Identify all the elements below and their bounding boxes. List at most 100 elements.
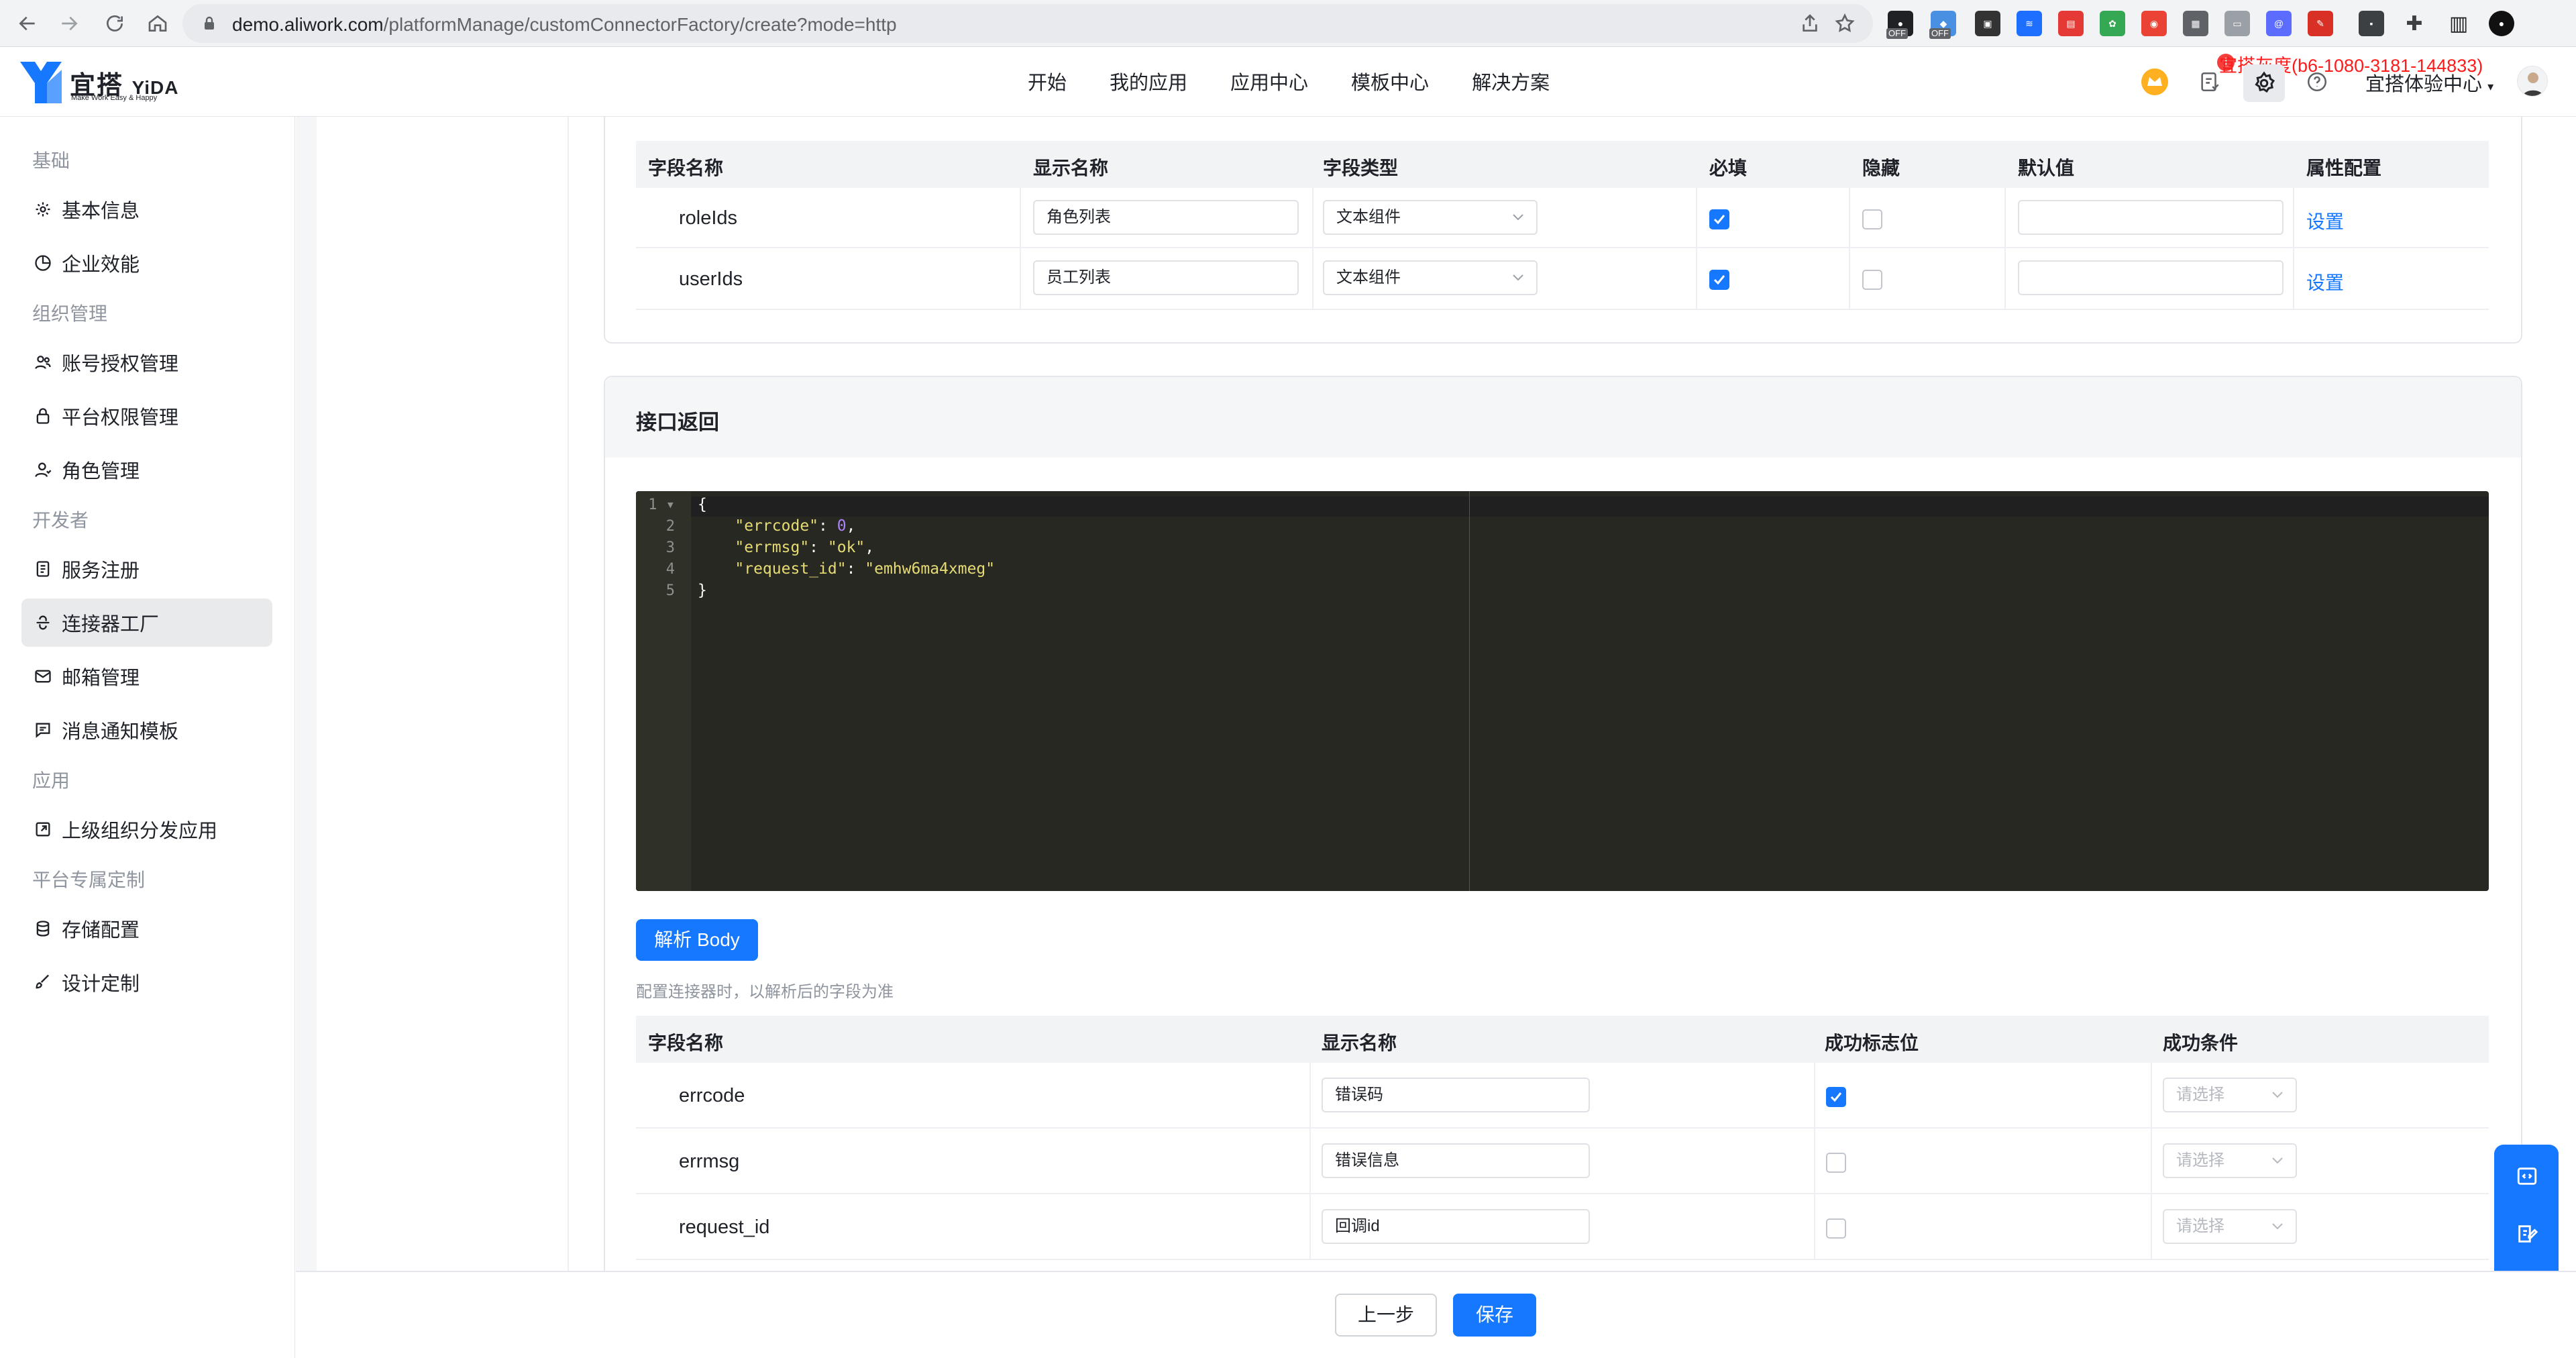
response-card-header: 接口返回 [605, 377, 2521, 458]
field-name-text: request_id [679, 1216, 770, 1238]
sidebar-item-parent-org-apps[interactable]: 上级组织分发应用 [21, 805, 272, 853]
sidebar-item-service-register[interactable]: 服务注册 [21, 545, 272, 593]
sidepanel-icon[interactable]: ▥ [2446, 11, 2471, 36]
extension-icon[interactable]: ◉ [2141, 11, 2167, 36]
code-line: } [698, 582, 707, 599]
col-field-type: 字段类型 [1323, 158, 1399, 178]
reload-icon[interactable] [98, 7, 131, 40]
select-placeholder: 请选择 [2176, 1086, 2224, 1104]
response-title: 接口返回 [636, 411, 719, 434]
extension-icon[interactable]: ▪ [2359, 11, 2384, 36]
field-name-text: roleIds [679, 207, 738, 229]
extension-icon[interactable]: ▤ [2058, 11, 2084, 36]
sidebar-item-basic-info[interactable]: 基本信息 [21, 185, 272, 233]
edit-note-icon[interactable] [2516, 1222, 2538, 1245]
help-icon[interactable] [2302, 67, 2332, 97]
default-value-input[interactable] [2018, 200, 2284, 235]
chevron-down-icon [2272, 1092, 2283, 1098]
extension-icon[interactable]: ▭ [2224, 11, 2250, 36]
line-number: 5 [665, 582, 675, 599]
sidebar-item-role[interactable]: 角色管理 [21, 446, 272, 494]
extension-icon[interactable]: @ [2266, 11, 2292, 36]
address-bar[interactable]: demo.aliwork.com/platformManage/customCo… [182, 4, 1873, 43]
topnav-start[interactable]: 开始 [1006, 68, 1088, 98]
extension-icon[interactable]: ◆ OFF [1929, 11, 1956, 39]
parse-body-button[interactable]: 解析 Body [636, 919, 758, 961]
col-display-name: 显示名称 [1322, 1033, 1397, 1053]
extension-icon[interactable]: ▦ [2183, 11, 2208, 36]
success-condition-select[interactable]: 请选择 [2163, 1209, 2297, 1244]
prev-step-button[interactable]: 上一步 [1335, 1294, 1437, 1337]
chevron-down-icon [1513, 214, 1523, 221]
sidebar-item-efficiency[interactable]: 企业效能 [21, 239, 272, 287]
field-type-select[interactable]: 文本组件 [1323, 260, 1538, 295]
sidebar-item-platform-perm[interactable]: 平台权限管理 [21, 392, 272, 440]
topnav-solutions[interactable]: 解决方案 [1450, 68, 1571, 98]
settings-button[interactable] [2243, 64, 2285, 102]
success-flag-checkbox[interactable] [1826, 1087, 1846, 1107]
settings-link[interactable]: 设置 [2306, 268, 2344, 295]
display-name-input[interactable]: 员工列表 [1033, 260, 1299, 295]
bookmark-star-icon[interactable] [1834, 13, 1856, 34]
required-checkbox[interactable] [1709, 270, 1729, 290]
sidebar-item-design[interactable]: 设计定制 [21, 958, 272, 1006]
sidebar-item-label: 消息通知模板 [62, 721, 179, 743]
field-type-select[interactable]: 文本组件 [1323, 200, 1538, 235]
org-switcher[interactable]: 宜搭体验中心 ▾ [2365, 68, 2493, 97]
share-icon[interactable] [1799, 13, 1821, 34]
extension-icon[interactable]: ✎ [2308, 11, 2333, 36]
default-value-input[interactable] [2018, 260, 2284, 295]
success-flag-checkbox[interactable] [1826, 1153, 1846, 1173]
back-icon[interactable] [11, 7, 44, 40]
save-button[interactable]: 保存 [1453, 1294, 1536, 1337]
profile-icon[interactable]: ● [2489, 11, 2514, 36]
settings-link[interactable]: 设置 [2306, 207, 2344, 234]
hidden-checkbox[interactable] [1862, 209, 1882, 229]
topnav-my-apps[interactable]: 我的应用 [1088, 68, 1209, 98]
sidebar-item-connector-factory[interactable]: 连接器工厂 [21, 598, 272, 647]
crown-icon[interactable] [2140, 67, 2169, 97]
avatar[interactable] [2517, 66, 2548, 97]
code-line: "request_id": "emhw6ma4xmeg" [735, 560, 996, 578]
topnav-template-center[interactable]: 模板中心 [1330, 68, 1450, 98]
forward-icon[interactable] [52, 7, 86, 40]
line-number: 4 [665, 561, 675, 578]
display-name-input[interactable]: 错误码 [1322, 1078, 1590, 1112]
extension-icon[interactable]: ▣ [1975, 11, 2000, 36]
extension-icon[interactable]: ● OFF [1886, 11, 1913, 39]
col-default: 默认值 [2018, 158, 2075, 178]
extension-icon[interactable]: ≋ [2017, 11, 2042, 36]
hidden-checkbox[interactable] [1862, 270, 1882, 290]
extension-icon[interactable]: ✿ [2100, 11, 2125, 36]
sidebar-item-account-auth[interactable]: 账号授权管理 [21, 338, 272, 386]
display-name-input[interactable]: 错误信息 [1322, 1143, 1590, 1178]
success-condition-select[interactable]: 请选择 [2163, 1078, 2297, 1112]
sidebar-item-message-template[interactable]: 消息通知模板 [21, 706, 272, 754]
topnav-app-center[interactable]: 应用中心 [1209, 68, 1330, 98]
puzzle-icon[interactable]: ✚ [2402, 11, 2427, 36]
required-checkbox[interactable] [1709, 209, 1729, 229]
json-value: "ok" [827, 539, 865, 556]
success-flag-checkbox[interactable] [1826, 1218, 1846, 1239]
json-key: "request_id" [735, 560, 847, 578]
home-icon[interactable] [141, 7, 174, 40]
sidebar-item-storage[interactable]: 存储配置 [21, 904, 272, 953]
connector-icon [36, 615, 50, 630]
code-view-icon[interactable] [2516, 1165, 2538, 1188]
col-required: 必填 [1709, 158, 1748, 178]
display-name-input[interactable]: 角色列表 [1033, 200, 1299, 235]
sidebar-item-label: 基本信息 [62, 201, 140, 222]
sidebar-item-label: 企业效能 [62, 254, 140, 276]
browser-toolbar: demo.aliwork.com/platformManage/customCo… [0, 0, 2576, 47]
gear-icon [36, 202, 50, 217]
code-line: { [698, 496, 707, 513]
select-placeholder: 请选择 [2176, 1217, 2224, 1235]
success-condition-select[interactable]: 请选择 [2163, 1143, 2297, 1178]
field-name-text: errcode [679, 1085, 745, 1106]
col-display-name: 显示名称 [1033, 158, 1109, 178]
col-success-flag: 成功标志位 [1825, 1033, 1919, 1053]
code-editor[interactable]: 1 ▾ 2 3 4 5 { "errcode": 0, "errmsg": "o… [636, 491, 2489, 891]
sidebar-item-mail[interactable]: 邮箱管理 [21, 652, 272, 700]
display-name-input[interactable]: 回调id [1322, 1209, 1590, 1244]
url-text: demo.aliwork.com/platformManage/customCo… [232, 14, 897, 36]
